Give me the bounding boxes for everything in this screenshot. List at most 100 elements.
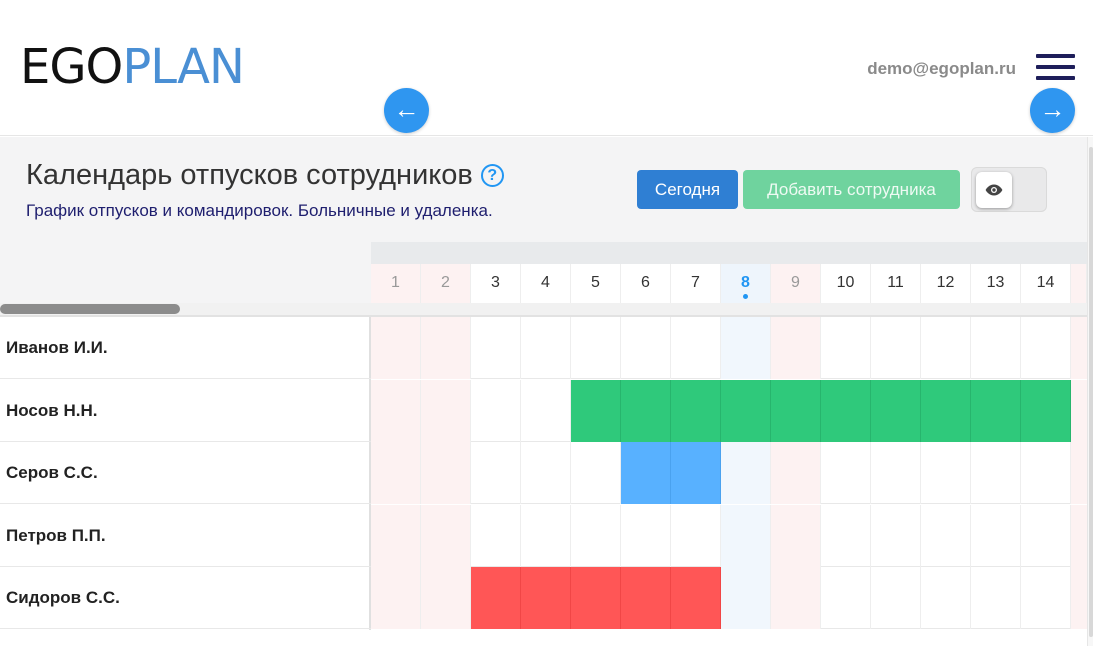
day-cell[interactable] xyxy=(371,379,421,442)
day-cell[interactable] xyxy=(421,504,471,567)
absence-cell-sick[interactable] xyxy=(471,567,521,629)
day-cell[interactable] xyxy=(1021,317,1071,379)
day-cell[interactable] xyxy=(521,504,571,567)
day-header-9[interactable]: 9 xyxy=(771,264,821,303)
day-header-1[interactable]: 1 xyxy=(371,264,421,303)
help-icon[interactable]: ? xyxy=(480,164,504,187)
day-cell[interactable] xyxy=(971,317,1021,379)
day-cell[interactable] xyxy=(871,442,921,504)
absence-cell-vacation[interactable] xyxy=(921,379,971,442)
day-header-3[interactable]: 3 xyxy=(471,264,521,303)
day-header-6[interactable]: 6 xyxy=(621,264,671,303)
day-cell[interactable] xyxy=(621,317,671,379)
day-header-14[interactable]: 14 xyxy=(1021,264,1071,303)
menu-icon[interactable] xyxy=(1036,54,1075,80)
day-cell[interactable] xyxy=(421,567,471,629)
day-cell[interactable] xyxy=(821,317,871,379)
absence-cell-vacation[interactable] xyxy=(1021,379,1071,442)
day-cell[interactable] xyxy=(421,317,471,379)
employee-name[interactable]: Серов С.С. xyxy=(6,442,98,504)
day-cell[interactable] xyxy=(671,317,721,379)
day-cell[interactable] xyxy=(871,504,921,567)
horizontal-scrollbar[interactable] xyxy=(0,303,1087,315)
day-cell[interactable] xyxy=(771,442,821,504)
day-cell[interactable] xyxy=(1021,442,1071,504)
day-cell[interactable] xyxy=(671,504,721,567)
day-cell[interactable] xyxy=(471,317,521,379)
employee-name[interactable]: Носов Н.Н. xyxy=(6,380,97,442)
day-cell[interactable] xyxy=(521,317,571,379)
day-cell[interactable] xyxy=(721,442,771,504)
arrow-right-icon[interactable]: → xyxy=(1030,88,1075,133)
day-header-5[interactable]: 5 xyxy=(571,264,621,303)
arrow-left-icon[interactable]: ← xyxy=(384,88,429,133)
absence-cell-vacation[interactable] xyxy=(771,379,821,442)
absence-cell-sick[interactable] xyxy=(521,567,571,629)
day-cell[interactable] xyxy=(471,379,521,442)
egoplan-logo[interactable]: EGO PLAN xyxy=(20,42,245,92)
day-cell[interactable] xyxy=(821,504,871,567)
day-cell[interactable] xyxy=(371,317,421,379)
day-cell[interactable] xyxy=(771,317,821,379)
absence-cell-trip[interactable] xyxy=(621,442,671,504)
day-cell[interactable] xyxy=(921,317,971,379)
day-cell[interactable] xyxy=(1021,504,1071,567)
day-cell[interactable] xyxy=(371,442,421,504)
day-cell[interactable] xyxy=(521,379,571,442)
toggle-knob[interactable] xyxy=(976,172,1012,208)
employee-name[interactable]: Сидоров С.С. xyxy=(6,567,120,629)
day-cell[interactable] xyxy=(771,567,821,629)
day-cell[interactable] xyxy=(621,504,671,567)
absence-cell-vacation[interactable] xyxy=(971,379,1021,442)
day-header-12[interactable]: 12 xyxy=(921,264,971,303)
day-cell[interactable] xyxy=(371,567,421,629)
day-cell[interactable] xyxy=(921,504,971,567)
employee-name[interactable]: Иванов И.И. xyxy=(6,317,108,379)
vertical-scrollbar-thumb[interactable] xyxy=(1089,147,1093,637)
absence-cell-vacation[interactable] xyxy=(621,379,671,442)
day-cell[interactable] xyxy=(421,379,471,442)
day-cell[interactable] xyxy=(571,504,621,567)
absence-cell-vacation[interactable] xyxy=(821,379,871,442)
day-cell[interactable] xyxy=(871,317,921,379)
vertical-scrollbar[interactable] xyxy=(1087,137,1093,646)
day-cell[interactable] xyxy=(521,442,571,504)
employee-name[interactable]: Петров П.П. xyxy=(6,505,106,567)
day-cell[interactable] xyxy=(721,504,771,567)
day-cell[interactable] xyxy=(921,442,971,504)
absence-cell-sick[interactable] xyxy=(671,567,721,629)
day-header-13[interactable]: 13 xyxy=(971,264,1021,303)
day-cell[interactable] xyxy=(721,567,771,629)
absence-cell-sick[interactable] xyxy=(621,567,671,629)
day-cell[interactable] xyxy=(1021,567,1071,629)
day-cell[interactable] xyxy=(471,442,521,504)
day-header-10[interactable]: 10 xyxy=(821,264,871,303)
day-cell[interactable] xyxy=(571,317,621,379)
add-employee-button[interactable]: Добавить сотрудника xyxy=(743,170,960,209)
day-cell[interactable] xyxy=(721,317,771,379)
absence-cell-sick[interactable] xyxy=(571,567,621,629)
absence-cell-vacation[interactable] xyxy=(671,379,721,442)
horizontal-scrollbar-thumb[interactable] xyxy=(0,304,180,314)
day-cell[interactable] xyxy=(771,504,821,567)
day-cell[interactable] xyxy=(971,504,1021,567)
day-cell[interactable] xyxy=(971,442,1021,504)
user-email[interactable]: demo@egoplan.ru xyxy=(867,59,1016,79)
day-cell[interactable] xyxy=(871,567,921,629)
absence-cell-vacation[interactable] xyxy=(871,379,921,442)
absence-cell-vacation[interactable] xyxy=(721,379,771,442)
day-cell[interactable] xyxy=(471,504,521,567)
absence-cell-trip[interactable] xyxy=(671,442,721,504)
day-header-2[interactable]: 2 xyxy=(421,264,471,303)
day-cell[interactable] xyxy=(371,504,421,567)
day-cell[interactable] xyxy=(821,567,871,629)
visibility-toggle[interactable] xyxy=(971,167,1047,212)
day-cell[interactable] xyxy=(921,567,971,629)
day-header-4[interactable]: 4 xyxy=(521,264,571,303)
day-cell[interactable] xyxy=(571,442,621,504)
day-cell[interactable] xyxy=(821,442,871,504)
day-cell[interactable] xyxy=(421,442,471,504)
day-header-11[interactable]: 11 xyxy=(871,264,921,303)
day-header-8[interactable]: 8 xyxy=(721,264,771,303)
absence-cell-vacation[interactable] xyxy=(571,379,621,442)
